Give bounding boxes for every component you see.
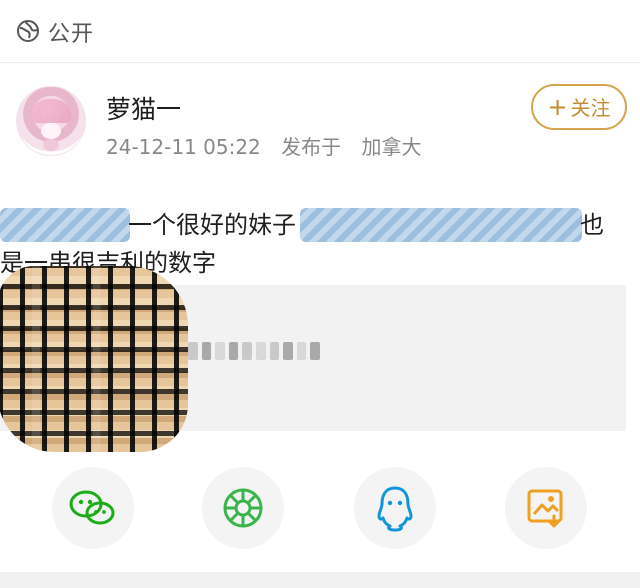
globe-icon [17,20,39,42]
post-location: 加拿大 [361,135,422,159]
post-location-prefix: 发布于 [281,135,342,159]
visibility-bar: 公开 [0,0,640,63]
blurred-link-title [188,340,320,362]
visibility-label: 公开 [48,22,95,47]
author-name[interactable]: 萝猫一 [106,90,181,126]
wechat-icon [69,490,115,525]
follow-label: 关注 [570,96,611,120]
redaction-block [300,208,582,242]
post-line-1-text: 一个很好的妹子 [128,211,296,239]
share-wechat-button[interactable] [52,467,134,549]
share-qq-button[interactable] [354,467,436,549]
avatar[interactable] [16,86,86,156]
plus-icon: + [547,93,568,121]
moments-icon [223,488,263,528]
post-line-1: 一个很好的妹子 也 [0,206,610,244]
share-options [0,467,640,555]
pixelated-thumbnail [0,266,188,452]
share-moments-button[interactable] [202,467,284,549]
post-line-1-tail: 也 [580,211,604,239]
bottom-divider [0,572,640,588]
post-meta: 24-12-11 05:22 发布于 加拿大 [106,131,422,160]
post-timestamp: 24-12-11 05:22 [106,135,261,159]
qq-icon [377,486,413,532]
follow-button[interactable]: + 关注 [531,84,627,130]
save-image-icon [527,489,563,528]
share-save-button[interactable] [505,467,587,549]
redaction-block [0,208,130,242]
